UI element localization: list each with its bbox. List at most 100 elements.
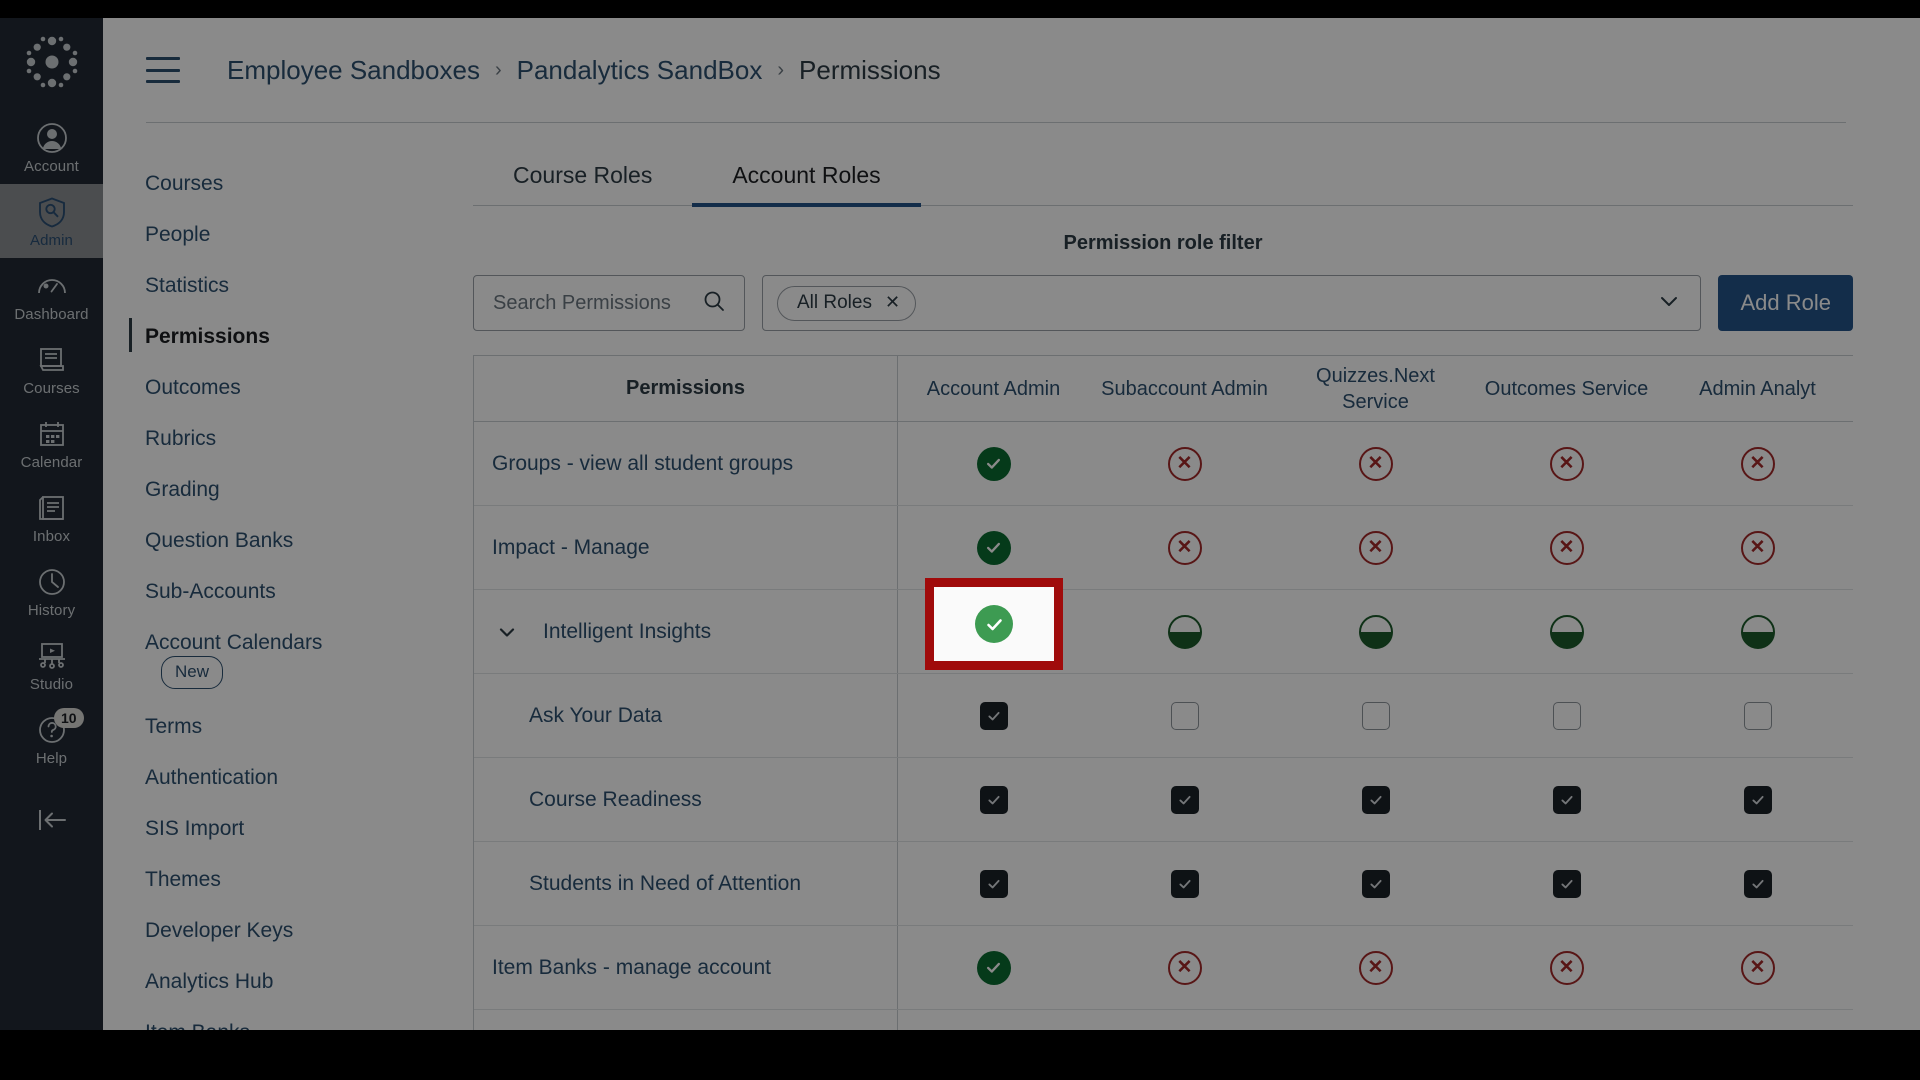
breadcrumb-item-1[interactable]: Pandalytics SandBox [517,55,763,86]
global-nav-studio[interactable]: Studio [0,628,103,702]
permission-checkbox-checked[interactable] [1361,785,1390,814]
account-nav-item-outcomes[interactable]: Outcomes [145,362,360,413]
breadcrumb-item-0[interactable]: Employee Sandboxes [227,55,480,86]
permission-state-cell[interactable]: ✕ [1471,1010,1662,1030]
partial-state-icon[interactable] [1549,614,1584,649]
account-nav-item-item-banks[interactable]: Item Banks [145,1007,360,1030]
permission-state-cell[interactable] [1280,758,1471,841]
permission-checkbox-unchecked[interactable] [1170,701,1199,730]
global-nav-help[interactable]: 10 Help [0,702,103,776]
permission-state-cell[interactable] [1280,590,1471,673]
account-nav-item-statistics[interactable]: Statistics [145,260,360,311]
account-nav-item-grading[interactable]: Grading [145,464,360,515]
permission-state-cell[interactable] [1471,842,1662,925]
tab-course-roles[interactable]: Course Roles [473,148,692,205]
permission-label[interactable]: Impact - Manage [492,536,650,560]
permission-state-cell[interactable]: ✕ [1471,422,1662,505]
global-nav-calendar[interactable]: Calendar [0,406,103,480]
permission-state-cell[interactable]: ✕ [1280,1010,1471,1030]
disabled-x-icon[interactable]: ✕ [1167,446,1202,481]
permission-state-cell[interactable]: ✕ [1662,506,1853,589]
hamburger-menu-icon[interactable] [146,57,180,83]
disabled-x-icon[interactable]: ✕ [1549,446,1584,481]
account-nav-item-analytics-hub[interactable]: Analytics Hub [145,956,360,1007]
role-column-header[interactable]: Subaccount Admin [1089,356,1280,421]
role-column-header[interactable]: Quizzes.Next Service [1280,356,1471,421]
disabled-x-icon[interactable]: ✕ [1167,530,1202,565]
permission-state-cell[interactable] [1662,842,1853,925]
account-nav-item-people[interactable]: People [145,209,360,260]
disabled-x-icon[interactable]: ✕ [1358,446,1393,481]
disabled-x-icon[interactable]: ✕ [1740,950,1775,985]
permission-state-cell[interactable]: ✕ [1089,1010,1280,1030]
chevron-down-icon[interactable] [492,620,522,644]
disabled-x-icon[interactable]: ✕ [1549,950,1584,985]
permission-checkbox-checked[interactable] [1170,869,1199,898]
permission-state-cell[interactable] [1471,758,1662,841]
permission-label[interactable]: Intelligent Insights [543,620,711,644]
permission-checkbox-checked[interactable] [1552,785,1581,814]
account-nav-item-courses[interactable]: Courses [145,158,360,209]
permission-checkbox-checked[interactable] [979,785,1008,814]
permission-state-cell[interactable] [898,842,1089,925]
permission-state-cell[interactable] [1089,590,1280,673]
disabled-x-icon[interactable]: ✕ [1358,950,1393,985]
enabled-check-icon[interactable] [976,950,1011,985]
permission-state-cell[interactable]: ✕ [1089,506,1280,589]
permission-state-cell[interactable] [1471,674,1662,757]
global-nav-admin[interactable]: Admin [0,184,103,258]
disabled-x-icon[interactable]: ✕ [1167,950,1202,985]
permission-state-cell[interactable] [1662,674,1853,757]
role-column-header[interactable]: Outcomes Service [1471,356,1662,421]
permission-state-cell[interactable]: ✕ [1662,926,1853,1009]
permission-checkbox-checked[interactable] [979,869,1008,898]
permission-state-cell[interactable] [1089,674,1280,757]
account-nav-item-account-calendars[interactable]: Account CalendarsNew [145,617,360,701]
permission-checkbox-unchecked[interactable] [1743,701,1772,730]
permission-checkbox-checked[interactable] [1743,785,1772,814]
close-x-icon[interactable]: ✕ [885,292,900,313]
disabled-x-icon[interactable]: ✕ [1549,530,1584,565]
account-nav-item-sis-import[interactable]: SIS Import [145,803,360,854]
permission-label[interactable]: Students in Need of Attention [529,872,801,896]
role-filter-select[interactable]: All Roles ✕ [762,275,1702,331]
permission-state-cell[interactable] [1280,674,1471,757]
permission-state-cell[interactable] [1089,842,1280,925]
permission-checkbox-checked[interactable] [1743,869,1772,898]
permission-state-cell[interactable]: ✕ [1280,506,1471,589]
permission-checkbox-checked[interactable] [1170,785,1199,814]
permission-state-cell[interactable] [898,926,1089,1009]
permission-state-cell[interactable] [1662,590,1853,673]
permission-state-cell[interactable]: ✕ [1471,506,1662,589]
global-nav-courses[interactable]: Courses [0,332,103,406]
disabled-x-icon[interactable]: ✕ [1740,446,1775,481]
permission-label[interactable]: Ask Your Data [529,704,662,728]
add-role-button[interactable]: Add Role [1718,275,1853,331]
disabled-x-icon[interactable]: ✕ [1740,530,1775,565]
account-nav-item-developer-keys[interactable]: Developer Keys [145,905,360,956]
permission-state-cell[interactable]: ✕ [1662,1010,1853,1030]
account-nav-item-themes[interactable]: Themes [145,854,360,905]
permission-state-cell[interactable] [1471,590,1662,673]
permission-checkbox-checked[interactable] [1552,869,1581,898]
account-nav-item-terms[interactable]: Terms [145,701,360,752]
permission-state-cell[interactable] [898,674,1089,757]
permission-state-cell[interactable]: ✕ [1089,422,1280,505]
account-nav-item-rubrics[interactable]: Rubrics [145,413,360,464]
permission-state-cell[interactable]: ✕ [1280,926,1471,1009]
account-nav-item-permissions[interactable]: Permissions [129,311,360,362]
account-nav-item-authentication[interactable]: Authentication [145,752,360,803]
role-column-header[interactable]: Account Admin [898,356,1089,421]
permission-state-cell[interactable]: ✕ [1280,422,1471,505]
permission-state-cell[interactable] [898,506,1089,589]
permission-checkbox-checked[interactable] [979,701,1008,730]
permission-state-cell[interactable] [898,758,1089,841]
chevron-down-icon[interactable] [1656,288,1682,319]
permission-state-cell[interactable] [1280,842,1471,925]
collapse-nav-button[interactable] [0,792,103,846]
permission-state-cell[interactable]: ✕ [1471,926,1662,1009]
permission-checkbox-unchecked[interactable] [1361,701,1390,730]
global-nav-account[interactable]: Account [0,110,103,184]
global-nav-inbox[interactable]: Inbox [0,480,103,554]
permission-checkbox-unchecked[interactable] [1552,701,1581,730]
